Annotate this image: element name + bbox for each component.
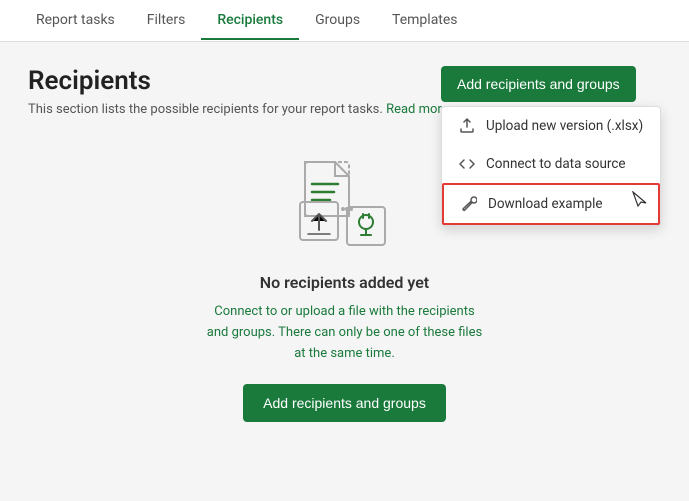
main-content: Recipients This section lists the possib… (0, 42, 689, 446)
empty-state-title: No recipients added yet (260, 273, 429, 292)
nav-bar: Report tasks Filters Recipients Groups T… (0, 0, 689, 42)
tab-recipients[interactable]: Recipients (201, 2, 299, 40)
dropdown-item-upload[interactable]: Upload new version (.xlsx) (442, 107, 660, 145)
dropdown-download-label: Download example (488, 196, 603, 212)
empty-state-icon (285, 157, 405, 257)
page-title: Recipients (28, 66, 151, 96)
tab-filters[interactable]: Filters (131, 2, 202, 40)
add-recipients-button[interactable]: Add recipients and groups (441, 66, 636, 102)
add-recipients-center-button[interactable]: Add recipients and groups (243, 384, 446, 422)
dropdown-upload-label: Upload new version (.xlsx) (486, 118, 643, 134)
dropdown-item-download[interactable]: Download example (442, 183, 660, 225)
dropdown-item-connect[interactable]: Connect to data source (442, 145, 660, 183)
dropdown-menu: Upload new version (.xlsx) Connect to da… (441, 106, 661, 226)
cursor-icon (632, 191, 648, 213)
empty-state-description: Connect to or upload a file with the rec… (205, 302, 485, 364)
tab-templates[interactable]: Templates (376, 2, 474, 40)
tab-report-tasks[interactable]: Report tasks (20, 2, 131, 40)
tab-groups[interactable]: Groups (299, 2, 376, 40)
wrench-icon (460, 195, 478, 213)
dropdown-connect-label: Connect to data source (486, 156, 626, 172)
subtitle-text: This section lists the possible recipien… (28, 102, 383, 117)
dropdown-container: Add recipients and groups Upload new ver… (441, 66, 661, 226)
code-icon (458, 155, 476, 173)
upload-icon (458, 117, 476, 135)
